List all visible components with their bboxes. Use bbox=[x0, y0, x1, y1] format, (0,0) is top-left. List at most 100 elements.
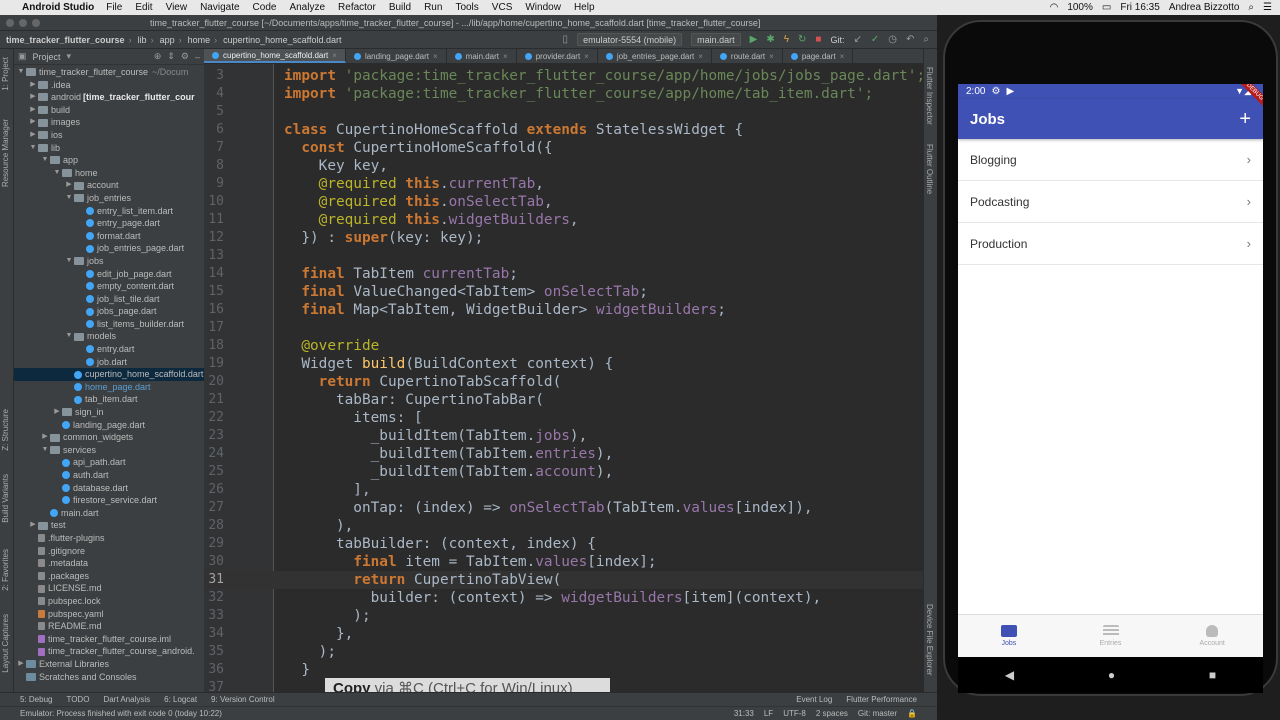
tree-item[interactable]: ▶ common_widgets bbox=[14, 431, 204, 444]
tree-item[interactable]: time_tracker_flutter_course_android. bbox=[14, 645, 204, 658]
menu-build[interactable]: Build bbox=[389, 2, 411, 13]
tree-item[interactable]: ▶ sign_in bbox=[14, 406, 204, 419]
side-tool-resource-manager[interactable]: Resource Manager bbox=[1, 119, 10, 187]
close-tab-icon[interactable]: × bbox=[503, 52, 508, 61]
caret-position[interactable]: 31:33 bbox=[734, 709, 754, 718]
side-tool-1-project[interactable]: 1: Project bbox=[1, 57, 10, 91]
tree-item[interactable]: list_items_builder.dart bbox=[14, 318, 204, 331]
close-tab-icon[interactable]: × bbox=[584, 52, 589, 61]
tree-item[interactable]: ▼ lib bbox=[14, 142, 204, 155]
tree-item[interactable]: ▶ android [time_tracker_flutter_cour bbox=[14, 91, 204, 104]
locate-icon[interactable]: ⊕ bbox=[154, 51, 162, 62]
close-tab-icon[interactable]: × bbox=[332, 51, 337, 60]
side-tool-flutter-inspector[interactable]: Flutter Inspector bbox=[925, 67, 934, 125]
expanded-arrow-icon[interactable]: ▼ bbox=[64, 192, 74, 205]
tree-item[interactable]: pubspec.yaml bbox=[14, 608, 204, 621]
tree-item[interactable]: ▶ account bbox=[14, 179, 204, 192]
expanded-arrow-icon[interactable]: ▼ bbox=[40, 154, 50, 167]
zoom-window-button[interactable] bbox=[32, 18, 40, 27]
expanded-arrow-icon[interactable]: ▼ bbox=[64, 330, 74, 343]
tree-item[interactable]: landing_page.dart bbox=[14, 419, 204, 432]
tree-item[interactable]: job.dart bbox=[14, 356, 204, 369]
tool-5-debug[interactable]: 5: Debug bbox=[20, 695, 52, 704]
hot-restart-icon[interactable]: ↻ bbox=[798, 34, 806, 45]
expanded-arrow-icon[interactable]: ▼ bbox=[64, 255, 74, 268]
indent-setting[interactable]: 2 spaces bbox=[816, 709, 848, 718]
back-button[interactable]: ◀ bbox=[1005, 668, 1014, 682]
tool-9-version-control[interactable]: 9: Version Control bbox=[211, 695, 275, 704]
app-name-menu[interactable]: Android Studio bbox=[22, 2, 94, 13]
breadcrumb-item[interactable]: app bbox=[160, 35, 175, 45]
file-encoding[interactable]: UTF-8 bbox=[783, 709, 806, 718]
tab-main[interactable]: main.dart × bbox=[447, 49, 517, 63]
close-tab-icon[interactable]: × bbox=[698, 52, 703, 61]
run-config-selector[interactable]: main.dart bbox=[691, 33, 741, 46]
breadcrumb-item[interactable]: cupertino_home_scaffold.dart bbox=[223, 35, 341, 45]
tree-item[interactable]: format.dart bbox=[14, 230, 204, 243]
tab-route[interactable]: route.dart × bbox=[712, 49, 783, 63]
dropdown-icon[interactable]: ▾ bbox=[67, 51, 72, 62]
git-commit-icon[interactable]: ✓ bbox=[871, 34, 879, 45]
close-tab-icon[interactable]: × bbox=[433, 52, 438, 61]
tree-item[interactable]: .flutter-plugins bbox=[14, 532, 204, 545]
job-list-item[interactable]: Podcasting › bbox=[958, 181, 1263, 223]
hide-icon[interactable]: – bbox=[195, 52, 204, 62]
menu-edit[interactable]: Edit bbox=[135, 2, 152, 13]
bottom-nav-account[interactable]: Account bbox=[1161, 615, 1263, 657]
collapsed-arrow-icon[interactable]: ▶ bbox=[16, 658, 26, 671]
collapse-icon[interactable]: ⇕ bbox=[167, 51, 175, 62]
lock-icon[interactable]: 🔒 bbox=[907, 709, 917, 718]
minimize-window-button[interactable] bbox=[19, 18, 27, 27]
git-update-icon[interactable]: ↙ bbox=[853, 34, 861, 45]
tab-page[interactable]: page.dart × bbox=[783, 49, 854, 63]
menu-tools[interactable]: Tools bbox=[455, 2, 478, 13]
tree-item[interactable]: ▼ home bbox=[14, 167, 204, 180]
status-message[interactable]: Emulator: Process finished with exit cod… bbox=[20, 709, 222, 718]
tree-item[interactable]: jobs_page.dart bbox=[14, 305, 204, 318]
control-center-icon[interactable]: ☰ bbox=[1263, 2, 1272, 13]
side-tool-z-structure[interactable]: Z: Structure bbox=[1, 409, 10, 451]
menu-code[interactable]: Code bbox=[253, 2, 277, 13]
clock-label[interactable]: Fri 16:35 bbox=[1120, 2, 1159, 13]
git-branch[interactable]: Git: master bbox=[858, 709, 897, 718]
breadcrumb-item[interactable]: time_tracker_flutter_course bbox=[6, 35, 125, 45]
side-tool-flutter-outline[interactable]: Flutter Outline bbox=[925, 144, 934, 194]
tree-item[interactable]: job_list_tile.dart bbox=[14, 293, 204, 306]
tool-dart-analysis[interactable]: Dart Analysis bbox=[103, 695, 150, 704]
collapsed-arrow-icon[interactable]: ▶ bbox=[28, 116, 38, 129]
tool-flutter-performance[interactable]: Flutter Performance bbox=[846, 695, 917, 704]
collapsed-arrow-icon[interactable]: ▶ bbox=[28, 519, 38, 532]
menu-run[interactable]: Run bbox=[424, 2, 442, 13]
tree-item[interactable]: database.dart bbox=[14, 482, 204, 495]
gear-icon[interactable]: ⚙ bbox=[181, 51, 189, 62]
side-tool-device-file-explorer[interactable]: Device File Explorer bbox=[925, 604, 934, 676]
menu-view[interactable]: View bbox=[166, 2, 188, 13]
bottom-nav-jobs[interactable]: Jobs bbox=[958, 615, 1060, 657]
expanded-arrow-icon[interactable]: ▼ bbox=[40, 444, 50, 457]
battery-label[interactable]: 100% bbox=[1067, 2, 1093, 13]
git-revert-icon[interactable]: ↶ bbox=[906, 34, 914, 45]
stop-icon[interactable]: ■ bbox=[815, 34, 821, 45]
tree-item[interactable]: cupertino_home_scaffold.dart bbox=[14, 368, 204, 381]
tree-item[interactable]: ▼ job_entries bbox=[14, 192, 204, 205]
collapsed-arrow-icon[interactable]: ▶ bbox=[28, 91, 38, 104]
tree-item[interactable]: job_entries_page.dart bbox=[14, 242, 204, 255]
tree-item[interactable]: LICENSE.md bbox=[14, 582, 204, 595]
tree-item[interactable]: entry_list_item.dart bbox=[14, 205, 204, 218]
recents-button[interactable]: ■ bbox=[1209, 668, 1216, 682]
tree-item[interactable]: README.md bbox=[14, 620, 204, 633]
collapsed-arrow-icon[interactable]: ▶ bbox=[40, 431, 50, 444]
user-name[interactable]: Andrea Bizzotto bbox=[1169, 2, 1240, 13]
job-list-item[interactable]: Production › bbox=[958, 223, 1263, 265]
tree-item[interactable]: ▼ jobs bbox=[14, 255, 204, 268]
tree-item[interactable]: tab_item.dart bbox=[14, 393, 204, 406]
menu-file[interactable]: File bbox=[106, 2, 122, 13]
tree-item[interactable]: main.dart bbox=[14, 507, 204, 520]
tree-item[interactable]: ▼ services bbox=[14, 444, 204, 457]
hot-reload-icon[interactable]: ϟ bbox=[784, 34, 789, 45]
expanded-arrow-icon[interactable]: ▼ bbox=[16, 66, 26, 79]
menu-help[interactable]: Help bbox=[574, 2, 595, 13]
tool-6-logcat[interactable]: 6: Logcat bbox=[164, 695, 197, 704]
close-tab-icon[interactable]: × bbox=[840, 52, 845, 61]
home-button[interactable]: ● bbox=[1108, 668, 1115, 682]
